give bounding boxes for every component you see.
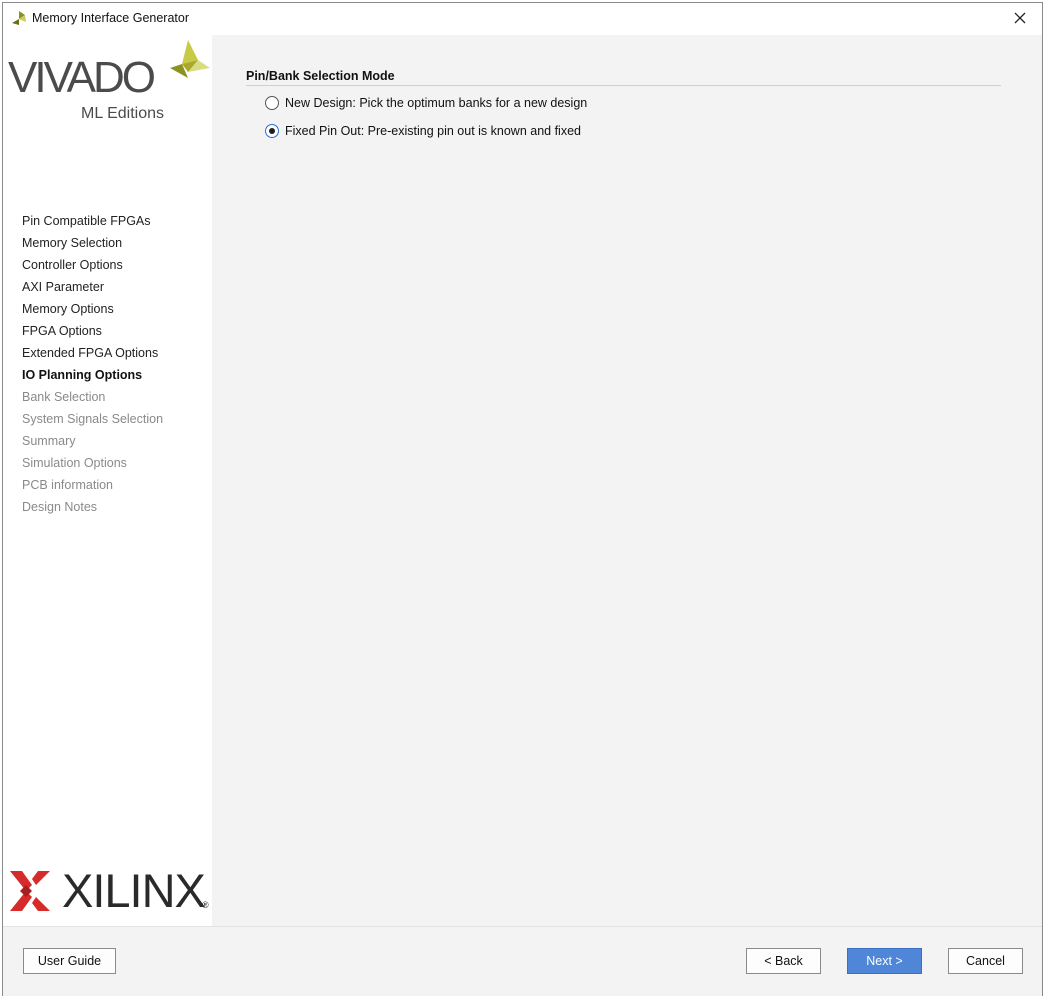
step-design-notes: Design Notes: [22, 500, 98, 514]
fixed-pin-out-radio[interactable]: [265, 124, 279, 138]
step-summary: Summary: [22, 434, 76, 448]
step-extended-fpga-options[interactable]: Extended FPGA Options: [22, 342, 163, 364]
step-controller-options[interactable]: Controller Options: [22, 254, 163, 276]
next-button[interactable]: Next >: [847, 948, 922, 974]
step-bank-selection: Bank Selection: [22, 390, 106, 404]
xilinx-wordmark: XILINX: [62, 864, 206, 917]
dialog-window: Memory Interface Generator VIVADO ML Edi…: [2, 2, 1043, 996]
step-io-planning-options[interactable]: IO Planning Options: [22, 364, 163, 386]
close-icon[interactable]: [1014, 12, 1026, 24]
main-content: Pin/Bank Selection Mode New Design: Pick…: [212, 35, 1042, 926]
new-design-option[interactable]: New Design: Pick the optimum banks for a…: [265, 93, 587, 113]
registered-mark: ®: [202, 900, 209, 910]
new-design-label: New Design: Pick the optimum banks for a…: [285, 96, 588, 110]
step-pin-compatible-fpgas[interactable]: Pin Compatible FPGAs: [22, 210, 163, 232]
step-memory-selection[interactable]: Memory Selection: [22, 232, 163, 254]
close-button[interactable]: [998, 3, 1042, 33]
window-title: Memory Interface Generator: [32, 11, 190, 25]
step-simulation-options: Simulation Options: [22, 456, 127, 470]
title-bar: Memory Interface Generator: [3, 3, 1042, 35]
step-axi-parameter[interactable]: AXI Parameter: [22, 276, 163, 298]
steps-list: Pin Compatible FPGAs Memory Selection Co…: [22, 210, 163, 518]
cancel-button[interactable]: Cancel: [948, 948, 1023, 974]
vivado-wordmark: VIVADO: [8, 53, 156, 102]
new-design-radio[interactable]: [265, 96, 279, 110]
vivado-logo: VIVADO ML Editions: [6, 38, 211, 123]
xilinx-mark-icon: [10, 871, 50, 911]
step-pcb-information: PCB information: [22, 478, 114, 492]
vivado-app-icon: [12, 11, 26, 25]
fixed-pin-out-option[interactable]: Fixed Pin Out: Pre-existing pin out is k…: [265, 121, 581, 141]
dialog-footer: User Guide < Back Next > Cancel: [3, 926, 1042, 996]
back-button[interactable]: < Back: [746, 948, 821, 974]
vivado-edition: ML Editions: [81, 105, 164, 122]
step-memory-options[interactable]: Memory Options: [22, 298, 163, 320]
section-divider: [246, 85, 1001, 86]
vivado-mark-icon: [170, 40, 210, 78]
xilinx-logo: XILINX ®: [6, 865, 211, 915]
step-fpga-options[interactable]: FPGA Options: [22, 320, 163, 342]
section-title: Pin/Bank Selection Mode: [246, 69, 395, 83]
fixed-pin-out-label: Fixed Pin Out: Pre-existing pin out is k…: [285, 124, 581, 138]
step-system-signals-selection: System Signals Selection: [22, 412, 164, 426]
steps-sidebar: VIVADO ML Editions Pin Compatible FPGAs …: [3, 35, 212, 926]
user-guide-button[interactable]: User Guide: [23, 948, 116, 974]
